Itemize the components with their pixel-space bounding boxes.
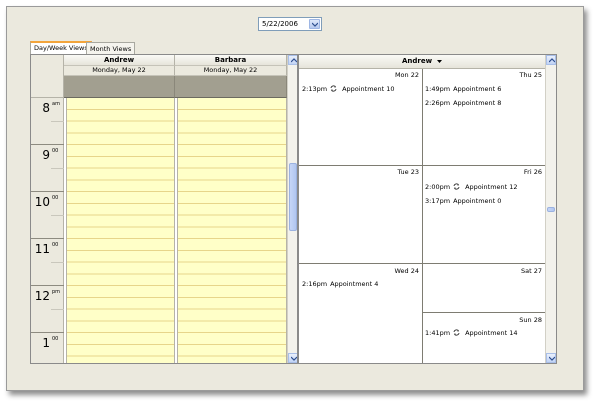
appointment[interactable]: 2:16pm Appointment 4 (302, 280, 378, 289)
tab-day-week-views[interactable]: Day/Week Views (30, 41, 92, 54)
all-day-area-barbara[interactable] (175, 76, 287, 98)
scroll-up-icon[interactable] (288, 55, 297, 65)
appointment[interactable]: 3:17pm Appointment 0 (425, 197, 501, 206)
appointment[interactable]: 1:41pm Appointment 14 (425, 329, 518, 339)
hour-label: 11 00 (31, 239, 64, 286)
day-label: Mon 22 (299, 70, 422, 80)
scroll-thumb[interactable] (547, 207, 555, 212)
appointment[interactable]: 2:13pm Appointment 10 (302, 85, 395, 95)
day-cell-mon-22[interactable]: Mon 22 2:13pm Appointment 10 (299, 69, 422, 166)
day-cell-thu-25[interactable]: Thu 25 1:49pm Appointment 6 2:26pm Appoint… (423, 69, 545, 166)
day-label: Fri 26 (423, 167, 545, 177)
recurrence-icon (453, 329, 460, 339)
week-column-divider (422, 69, 423, 363)
day-label: Tue 23 (299, 167, 422, 177)
day-label: Wed 24 (299, 266, 422, 276)
day-cell-tue-23[interactable]: Tue 23 (299, 167, 422, 264)
scroll-up-icon[interactable] (546, 55, 556, 65)
week-view: Andrew Mon 22 2:13pm Appointment 10 Thu 2… (298, 54, 557, 364)
day-cell-sat-27[interactable]: Sat 27 (423, 265, 545, 313)
day-view: Andrew Barbara Monday, May 22 Monday, Ma… (30, 54, 298, 364)
day-cell-sun-28[interactable]: Sun 28 1:41pm Appointment 14 (423, 314, 545, 363)
all-day-area-andrew[interactable] (64, 76, 175, 98)
appointment[interactable]: 2:00pm Appointment 12 (425, 183, 518, 193)
hour-label: 12 pm (31, 286, 64, 333)
hour-label: 9 00 (31, 145, 64, 192)
recurrence-icon (330, 85, 337, 95)
day-view-corner (31, 55, 64, 98)
time-slots-andrew[interactable] (64, 98, 175, 363)
day-label: Sun 28 (423, 315, 545, 325)
day-label: Thu 25 (423, 70, 545, 80)
chevron-down-icon[interactable] (309, 19, 320, 29)
day-cell-fri-26[interactable]: Fri 26 2:00pm Appointment 12 3:17pm Appoin… (423, 167, 545, 264)
time-ruler: 8 am 9 00 10 00 11 00 12 pm 1 00 (31, 98, 64, 363)
time-slots-barbara[interactable] (175, 98, 287, 363)
date-header-barbara: Monday, May 22 (175, 66, 287, 76)
week-resource-name: Andrew (401, 57, 433, 65)
hour-label: 1 00 (31, 333, 64, 363)
week-view-scrollbar[interactable] (545, 55, 556, 363)
scroll-down-icon[interactable] (546, 353, 556, 363)
hour-label: 10 00 (31, 192, 64, 239)
date-selector-value: 5/22/2006 (262, 20, 298, 28)
day-label: Sat 27 (423, 266, 545, 276)
tab-month-views[interactable]: Month Views (86, 42, 136, 54)
recurrence-icon (453, 183, 460, 193)
scroll-down-icon[interactable] (288, 353, 297, 363)
hour-label: 8 am (31, 98, 64, 145)
date-header-andrew: Monday, May 22 (64, 66, 175, 76)
resource-header-barbara[interactable]: Barbara (175, 55, 287, 66)
day-view-scrollbar[interactable] (287, 55, 297, 363)
appointment[interactable]: 2:26pm Appointment 8 (425, 99, 501, 108)
resource-header-andrew[interactable]: Andrew (64, 55, 175, 66)
appointment[interactable]: 1:49pm Appointment 6 (425, 85, 501, 94)
date-selector[interactable]: 5/22/2006 (258, 17, 322, 31)
day-cell-wed-24[interactable]: Wed 24 2:16pm Appointment 4 (299, 265, 422, 363)
scroll-thumb[interactable] (289, 163, 297, 231)
dropdown-arrow-icon[interactable] (437, 55, 443, 68)
week-resource-header[interactable]: Andrew (299, 55, 545, 69)
